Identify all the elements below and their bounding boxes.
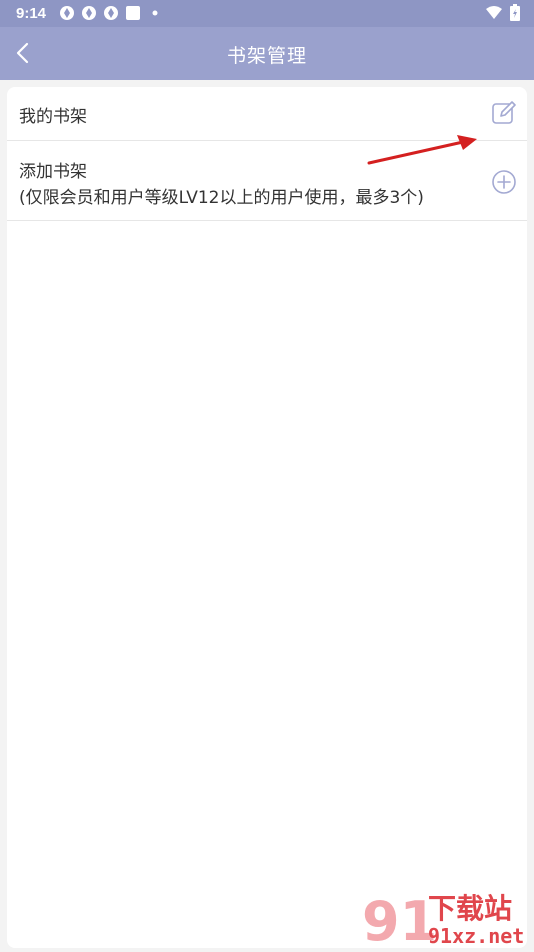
sync-icon [80,4,98,22]
add-shelf-label: 添加书架 [19,162,87,182]
sync-icon [58,4,76,22]
system-status [486,4,520,25]
sync-icon [102,4,120,22]
dot-icon [146,4,164,22]
square-notification-icon [124,4,142,22]
watermark: 91 下载站 91xz.net [360,888,530,952]
add-circle-icon[interactable] [491,169,517,195]
add-shelf-restriction-text: (仅限会员和用户等级LV12以上的用户使用，最多3个) [19,188,424,208]
shelf-list-card: 我的书架 添加书架 (仅限会员和用户等级LV12以上的用户使用，最多3个) [7,87,527,948]
my-shelf-label: 我的书架 [19,107,87,127]
edit-icon[interactable] [491,100,517,126]
app-header: 书架管理 [0,27,534,80]
page-title: 书架管理 [226,45,307,67]
status-bar: 9:14 [0,0,534,27]
battery-icon [510,4,520,25]
watermark-site-text: 91xz.net [428,924,524,948]
annotation-arrow-icon [365,130,485,170]
wifi-icon [486,5,502,24]
watermark-main-text: 下载站 [428,892,512,925]
status-time: 9:14 [16,5,47,22]
notification-icons [58,4,164,22]
watermark-logo: 91 [362,890,437,948]
